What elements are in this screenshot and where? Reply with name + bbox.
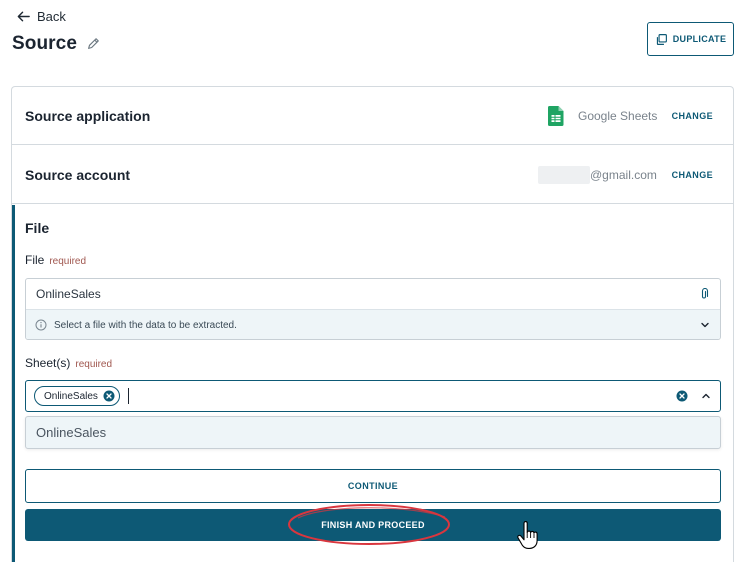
google-sheets-icon: [548, 105, 564, 126]
back-link[interactable]: Back: [16, 6, 66, 26]
remove-chip-icon[interactable]: [103, 390, 115, 402]
file-hint-text: Select a file with the data to be extrac…: [54, 319, 237, 331]
source-application-row: Source application Google Sheets CHANGE: [12, 87, 733, 145]
source-account-email: @gmail.com: [590, 167, 657, 182]
redacted-email-prefix: [538, 165, 590, 184]
change-application-button[interactable]: CHANGE: [672, 111, 713, 121]
file-hint: Select a file with the data to be extrac…: [35, 319, 237, 331]
clear-icon[interactable]: [676, 390, 688, 402]
copy-icon: [656, 33, 667, 45]
duplicate-label: DUPLICATE: [672, 34, 727, 44]
file-section-title: File: [25, 220, 50, 236]
page-title-row: Source: [12, 30, 100, 58]
paperclip-icon[interactable]: [698, 288, 710, 300]
source-application-label: Source application: [25, 107, 151, 124]
file-input[interactable]: OnlineSales: [26, 279, 720, 309]
file-hint-bar[interactable]: Select a file with the data to be extrac…: [26, 309, 720, 339]
page-title: Source: [12, 33, 78, 54]
change-account-button[interactable]: CHANGE: [672, 170, 713, 180]
chevron-up-icon[interactable]: [700, 390, 712, 402]
continue-button[interactable]: CONTINUE: [25, 469, 721, 503]
sheets-field-label: Sheet(s) required: [25, 356, 112, 370]
file-value: OnlineSales: [36, 287, 101, 301]
file-section: File File required OnlineSales Select a f…: [12, 205, 733, 562]
source-account-label: Source account: [25, 166, 131, 183]
back-label: Back: [37, 8, 66, 24]
duplicate-button[interactable]: DUPLICATE: [647, 22, 734, 56]
file-picker[interactable]: OnlineSales Select a file with the data …: [25, 278, 721, 340]
file-field-label: File required: [25, 253, 86, 267]
text-caret: [127, 388, 129, 404]
file-label-text: File: [25, 253, 45, 267]
sheets-multiselect[interactable]: OnlineSales: [25, 380, 721, 412]
sheet-chip: OnlineSales: [34, 386, 120, 406]
select-controls: [676, 390, 712, 402]
source-account-row: Source account @gmail.com CHANGE: [12, 146, 733, 204]
sheets-label-text: Sheet(s): [25, 356, 71, 370]
pencil-icon[interactable]: [86, 37, 100, 51]
source-application-name: Google Sheets: [578, 108, 658, 123]
source-panel: Source application Google Sheets CHANGE …: [11, 86, 734, 562]
source-application-value: Google Sheets: [548, 105, 658, 126]
chevron-down-icon[interactable]: [699, 319, 711, 331]
arrow-left-icon: [17, 11, 30, 21]
dropdown-option-label: OnlineSales: [36, 425, 107, 440]
sheet-chip-label: OnlineSales: [44, 390, 98, 402]
source-account-value: @gmail.com: [538, 165, 657, 184]
sheets-dropdown-option[interactable]: OnlineSales: [25, 416, 721, 449]
info-icon: [35, 319, 47, 331]
hand-pointer-icon: [517, 521, 538, 549]
required-tag: required: [49, 256, 87, 267]
finish-and-proceed-button[interactable]: FINISH AND PROCEED: [25, 509, 721, 541]
required-tag: required: [75, 359, 113, 370]
